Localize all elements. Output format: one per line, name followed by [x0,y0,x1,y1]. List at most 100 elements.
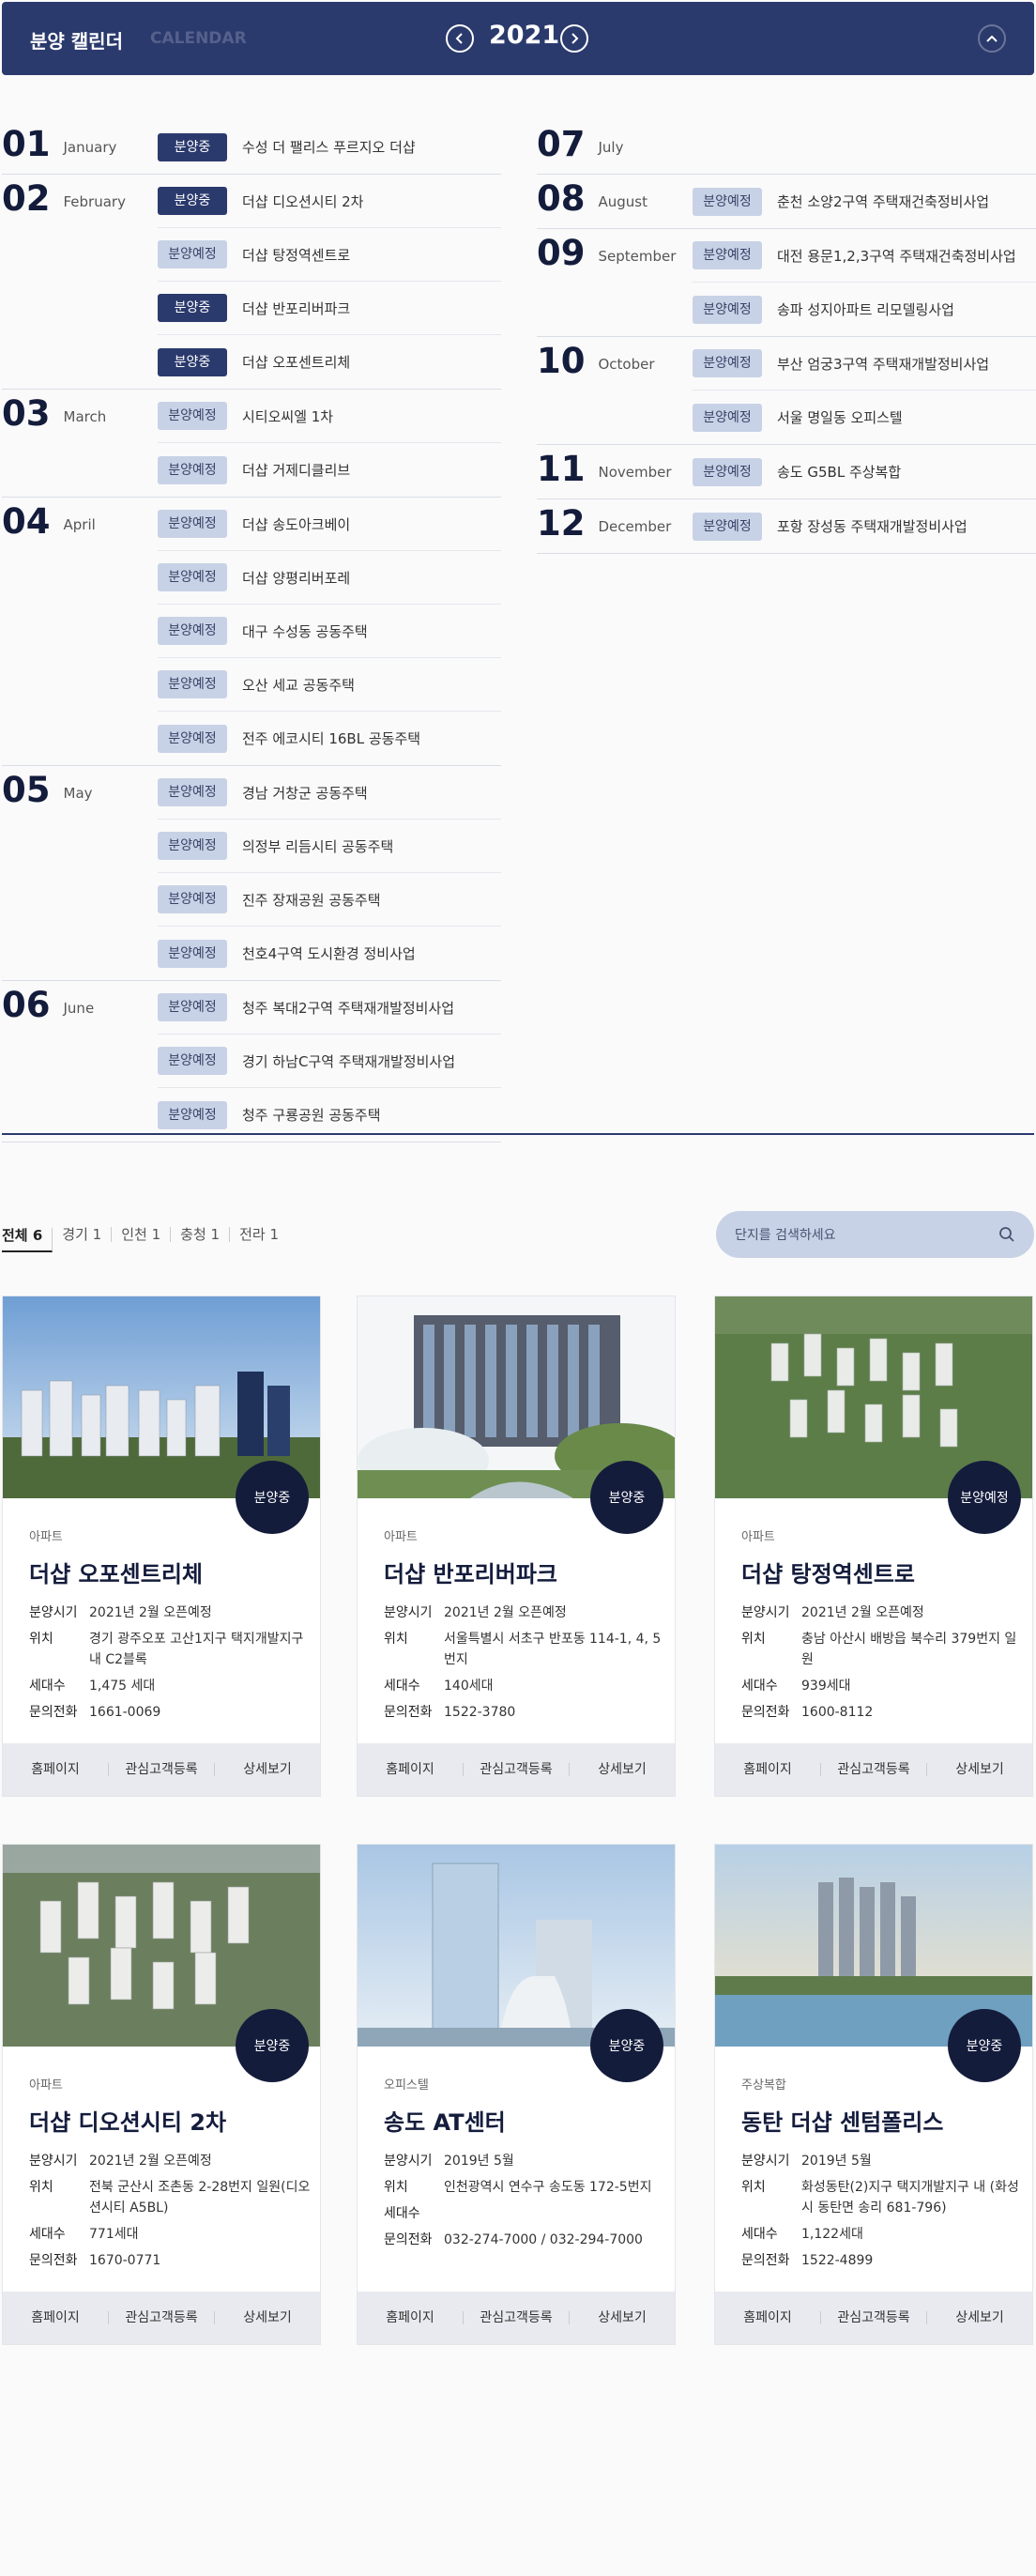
calendar-item[interactable]: 분양예정 진주 장재공원 공동주택 [158,873,501,927]
status-badge: 분양예정 [693,512,762,541]
calendar-item[interactable]: 분양예정 대구 수성동 공동주택 [158,605,501,658]
next-year-button[interactable] [560,24,588,53]
details-link[interactable]: 상세보기 [215,2311,320,2324]
status-badge: 분양중 [236,2009,309,2082]
region-tab[interactable]: 경기 1 [53,1226,113,1243]
calendar-item[interactable]: 분양예정 더샵 탕정역센트로 [158,228,501,282]
project-card[interactable]: 분양중 아파트 더샵 반포리버파크 분양시기 2021년 2월 오픈예정 위치 서울… [357,1296,676,1797]
region-tab[interactable]: 전체 6 [2,1228,53,1252]
homepage-link[interactable]: 홈페이지 [3,1763,109,1776]
details-link[interactable]: 상세보기 [215,1763,320,1776]
project-info: 분양시기 2021년 2월 오픈예정 위치 서울특별시 서초구 반포동 114-1,… [384,1602,665,1728]
homepage-link[interactable]: 홈페이지 [358,2311,464,2324]
project-title: 더샵 디오션시티 2차 [29,2109,227,2136]
phone-label: 문의전화 [384,2232,433,2247]
calendar-item[interactable]: 분양예정 더샵 양평리버포레 [158,551,501,605]
month-heading: 10 October [537,343,655,380]
search-bar[interactable]: 단지를 검색하세요 [716,1211,1034,1258]
tab-label: 경기 [62,1226,88,1243]
project-info: 분양시기 2021년 2월 오픈예정 위치 경기 광주오포 고산1지구 택지개발지구… [29,1602,311,1728]
project-type: 아파트 [29,2078,63,2093]
calendar-right-column: 07 July 08 August 분양예정 춘천 소양2구역 주택재건축정비사업 09 Se… [537,120,1036,554]
calendar-item[interactable]: 분양예정 서울 명일동 오피스텔 [693,391,1036,444]
details-link[interactable]: 상세보기 [570,2311,675,2324]
calendar-item[interactable]: 분양중 더샵 디오션시티 2차 [158,175,501,228]
month-items: 분양중 더샵 디오션시티 2차 분양예정 더샵 탕정역센트로 분양중 더샵 반포리버파크 분… [158,175,501,389]
units-value: 140세대 [444,1679,494,1694]
month-number: 10 [537,341,586,381]
calendar-item[interactable]: 분양중 수성 더 팰리스 푸르지오 더샵 [158,120,501,174]
calendar-item[interactable]: 분양예정 포항 장성동 주택재개발정비사업 [693,499,1036,553]
month-heading: 08 August [537,180,648,218]
chevron-left-icon [455,33,463,44]
project-card[interactable]: 분양중 오피스텔 송도 AT센터 분양시기 2019년 5월 위치 인천광역시 연수… [357,1844,676,2345]
homepage-link[interactable]: 홈페이지 [715,1763,821,1776]
homepage-link[interactable]: 홈페이지 [715,2311,821,2324]
status-badge: 분양예정 [158,1100,227,1129]
month-items: 분양예정 경남 거창군 공동주택 분양예정 의정부 리듬시티 공동주택 분양예정 진주 장… [158,766,501,980]
project-name: 경기 하남C구역 주택재개발정비사업 [242,1052,456,1070]
calendar-item[interactable]: 분양예정 시티오씨엘 1차 [158,390,501,443]
prev-year-button[interactable] [446,24,474,53]
register-interest-link[interactable]: 관심고객등록 [109,1763,215,1776]
register-interest-link[interactable]: 관심고객등록 [821,2311,927,2324]
calendar-item[interactable]: 분양예정 전주 에코시티 16BL 공동주택 [158,712,501,765]
search-icon[interactable] [998,1226,1015,1243]
register-interest-link[interactable]: 관심고객등록 [464,2311,570,2324]
calendar-item[interactable]: 분양예정 부산 엄궁3구역 주택재개발정비사업 [693,337,1036,391]
homepage-link[interactable]: 홈페이지 [358,1763,464,1776]
project-card[interactable]: 분양중 주상복합 동탄 더샵 센텀폴리스 분양시기 2019년 5월 위치 화성동탄… [714,1844,1033,2345]
tab-label: 인천 [121,1226,147,1243]
calendar-item[interactable]: 분양중 더샵 반포리버파크 [158,282,501,335]
calendar-item[interactable]: 분양예정 대전 용문1,2,3구역 주택재건축정비사업 [693,229,1036,283]
status-badge: 분양예정 [158,778,227,806]
calendar-item[interactable]: 분양중 더샵 오포센트리체 [158,335,501,389]
calendar-item[interactable]: 분양예정 춘천 소양2구역 주택재건축정비사업 [693,175,1036,228]
calendar-item[interactable]: 분양예정 경기 하남C구역 주택재개발정비사업 [158,1035,501,1088]
calendar-item[interactable]: 분양예정 송도 G5BL 주상복합 [693,445,1036,498]
period-value: 2019년 5월 [444,2154,514,2169]
details-link[interactable]: 상세보기 [570,1763,675,1776]
register-interest-link[interactable]: 관심고객등록 [821,1763,927,1776]
period-value: 2019년 5월 [801,2154,872,2169]
month-heading: 12 December [537,505,671,543]
calendar-item[interactable]: 분양예정 더샵 송도아크베이 [158,498,501,551]
month-group: 07 July [537,120,1036,175]
location-value: 인천광역시 연수구 송도동 172-5번지 [444,2180,652,2195]
status-badge: 분양예정 [693,187,762,216]
project-type: 오피스텔 [384,2078,429,2093]
project-card[interactable]: 분양중 아파트 더샵 오포센트리체 분양시기 2021년 2월 오픈예정 위치 경기… [2,1296,321,1797]
status-badge: 분양예정 [158,993,227,1021]
search-input[interactable]: 단지를 검색하세요 [735,1225,998,1244]
units-label: 세대수 [29,1679,66,1694]
details-link[interactable]: 상세보기 [927,1763,1032,1776]
calendar-item[interactable]: 분양예정 천호4구역 도시환경 정비사업 [158,927,501,980]
project-name: 진주 장재공원 공동주택 [242,891,381,909]
details-link[interactable]: 상세보기 [927,2311,1032,2324]
homepage-link[interactable]: 홈페이지 [3,2311,109,2324]
phone-value: 1600-8112 [801,1705,874,1720]
month-group: 09 September 분양예정 대전 용문1,2,3구역 주택재건축정비사업 분양예… [537,229,1036,337]
status-badge: 분양예정 [948,1461,1021,1534]
month-items: 분양예정 시티오씨엘 1차 분양예정 더샵 거제디클리브 [158,390,501,497]
calendar-item[interactable]: 분양예정 청주 복대2구역 주택재개발정비사업 [158,981,501,1035]
project-name: 부산 엄궁3구역 주택재개발정비사업 [777,355,990,373]
register-interest-link[interactable]: 관심고객등록 [464,1763,570,1776]
region-tab[interactable]: 충청 1 [171,1227,231,1242]
region-tab[interactable]: 인천 1 [112,1226,172,1243]
status-badge: 분양예정 [693,295,762,324]
calendar-item[interactable]: 분양예정 의정부 리듬시티 공동주택 [158,820,501,873]
project-card[interactable]: 분양예정 아파트 더샵 탕정역센트로 분양시기 2021년 2월 오픈예정 위치 충… [714,1296,1033,1797]
month-group: 03 March 분양예정 시티오씨엘 1차 분양예정 더샵 거제디클리브 [2,390,501,498]
register-interest-link[interactable]: 관심고객등록 [109,2311,215,2324]
month-name: February [63,193,126,210]
project-card[interactable]: 분양중 아파트 더샵 디오션시티 2차 분양시기 2021년 2월 오픈예정 위치… [2,1844,321,2345]
calendar-item[interactable]: 분양예정 경남 거창군 공동주택 [158,766,501,820]
collapse-button[interactable] [978,24,1006,53]
phone-value: 1522-4899 [801,2253,874,2268]
region-tab[interactable]: 전라 1 [230,1227,288,1242]
calendar-item[interactable]: 분양예정 송파 성지아파트 리모델링사업 [693,283,1036,336]
status-badge: 분양예정 [158,885,227,913]
calendar-item[interactable]: 분양예정 오산 세교 공동주택 [158,658,501,712]
calendar-item[interactable]: 분양예정 더샵 거제디클리브 [158,443,501,497]
